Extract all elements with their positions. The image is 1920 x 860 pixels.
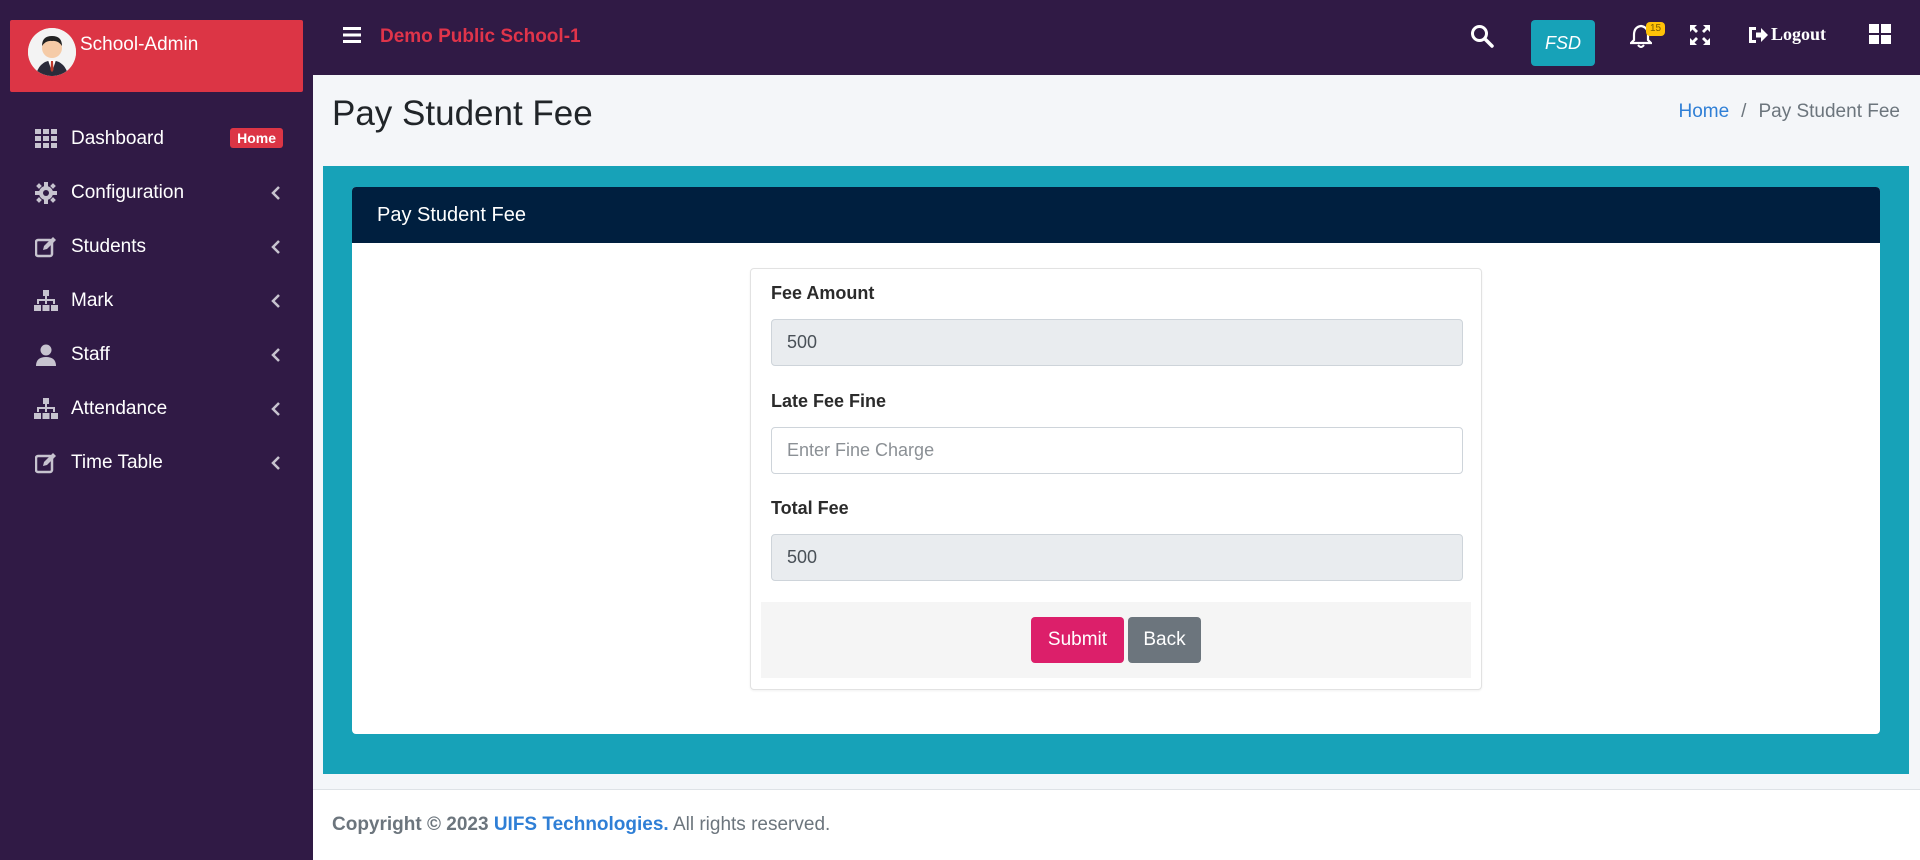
fee-amount-value: 500 [787,332,818,352]
breadcrumb-separator: / [1741,101,1747,122]
total-fee-field[interactable]: 500 [771,534,1463,581]
home-badge: Home [230,128,283,148]
brand-block[interactable]: School-Admin [10,20,303,92]
footer-copyright: Copyright © 2023 UIFS Technologies. All … [332,814,830,836]
notification-badge: 15 [1646,22,1666,36]
apps-grid-icon[interactable] [1869,24,1891,46]
copyright-suffix: All rights reserved. [672,814,831,835]
sidebar-item-label: Mark [71,290,114,311]
sidebar-item-dashboard[interactable]: Dashboard Home [0,112,313,166]
sidebar-item-label: Students [71,236,146,257]
sign-out-icon [1747,25,1769,45]
total-fee-value: 500 [787,547,818,567]
gear-icon [34,181,58,205]
sidebar: School-Admin Dashboard Home Configuratio… [0,0,313,860]
sidebar-item-label: Configuration [71,182,185,203]
logout-button[interactable]: Logout [1747,24,1826,45]
fee-form: Fee Amount 500 Late Fee Fine Enter Fine … [750,268,1482,690]
sidebar-nav: Dashboard Home Configuration Students Ma… [0,112,313,490]
edit-icon [34,451,58,475]
sidebar-item-staff[interactable]: Staff [0,328,313,382]
sidebar-item-students[interactable]: Students [0,220,313,274]
fullscreen-icon[interactable] [1689,24,1711,46]
back-button[interactable]: Back [1128,617,1201,663]
breadcrumb-current: Pay Student Fee [1758,101,1900,122]
chevron-left-icon [269,400,283,418]
sidebar-item-label: Time Table [71,452,163,473]
admin-avatar [28,28,76,76]
chevron-left-icon [269,184,283,202]
school-name[interactable]: Demo Public School-1 [380,26,581,48]
breadcrumb: Home / Pay Student Fee [1678,101,1900,123]
sidebar-item-configuration[interactable]: Configuration [0,166,313,220]
sidebar-item-label: Attendance [71,398,168,419]
late-fee-placeholder: Enter Fine Charge [787,440,935,460]
card-header: Pay Student Fee [352,187,1880,243]
brand-title: School-Admin [80,34,199,55]
search-icon[interactable] [1470,24,1494,48]
chevron-left-icon [269,454,283,472]
sidebar-item-time-table[interactable]: Time Table [0,436,313,490]
late-fee-label: Late Fee Fine [771,391,887,411]
sidebar-item-attendance[interactable]: Attendance [0,382,313,436]
form-actions: Submit Back [761,602,1471,678]
chevron-left-icon [269,238,283,256]
dashboard-grid-icon [34,127,58,151]
chevron-left-icon [269,292,283,310]
edit-icon [34,235,58,259]
sidebar-item-mark[interactable]: Mark [0,274,313,328]
fsd-button[interactable]: FSD [1531,20,1595,66]
sidebar-item-label: Dashboard [71,128,164,149]
sidebar-item-label: Staff [71,344,110,365]
breadcrumb-home-link[interactable]: Home [1678,101,1729,123]
late-fee-input[interactable]: Enter Fine Charge [771,427,1463,474]
fee-amount-field[interactable]: 500 [771,319,1463,366]
page-title: Pay Student Fee [332,94,593,133]
total-fee-label: Total Fee [771,498,849,518]
fee-amount-label: Fee Amount [771,283,875,303]
copyright-prefix: Copyright © 2023 [332,814,489,835]
chevron-left-icon [269,346,283,364]
footer: Copyright © 2023 UIFS Technologies. All … [313,789,1920,860]
logout-label: Logout [1771,24,1827,44]
top-navbar: Demo Public School-1 FSD 15 Logout [313,0,1920,75]
sitemap-icon [34,289,58,313]
sitemap-icon [34,397,58,421]
user-icon [34,343,58,367]
menu-toggle-icon[interactable] [343,26,363,46]
submit-button[interactable]: Submit [1031,617,1124,663]
company-link[interactable]: UIFS Technologies. [494,814,669,835]
